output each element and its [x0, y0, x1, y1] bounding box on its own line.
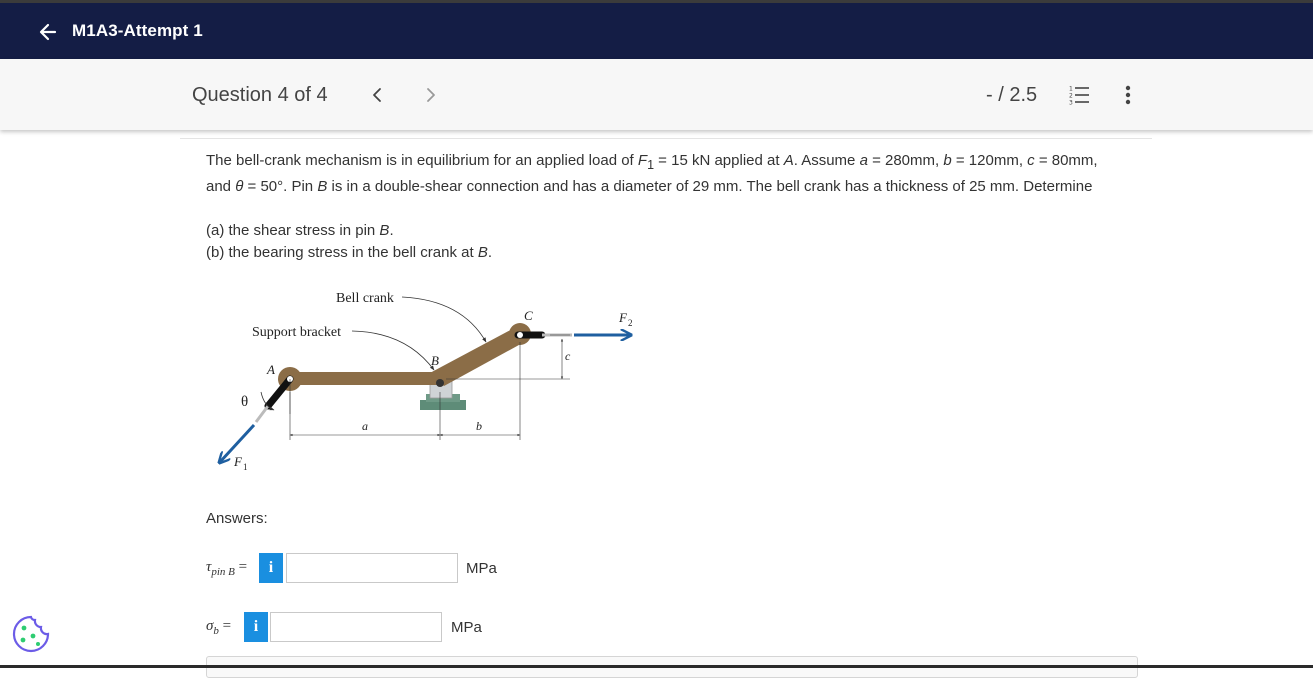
label-a-point: A [266, 362, 275, 377]
label-bell-crank: Bell crank [336, 291, 394, 306]
pin-b: B [317, 178, 328, 195]
svg-text:2: 2 [1069, 93, 1073, 100]
leader-bell-crank [401, 296, 487, 343]
info-button[interactable]: i [244, 612, 268, 642]
bell-crank-diagram: Bell crank Support bracket A B C θ a b c… [206, 291, 633, 472]
theta-value: = 50°. Pin [243, 178, 318, 195]
numbered-list-icon[interactable]: 1 2 3 [1068, 85, 1090, 105]
chevron-right-icon[interactable] [420, 85, 440, 105]
a-value: = 280mm, [867, 152, 944, 169]
equals-sign: = [234, 559, 248, 575]
part-a: (a) the shear stress in pin B. [206, 220, 1136, 242]
problem-text: The bell-crank mechanism is in equilibri… [206, 152, 638, 169]
label-c-point: C [524, 308, 533, 323]
part-a-text: (a) the shear stress in pin [206, 222, 380, 239]
f1-symbol: F [637, 152, 648, 169]
svg-text:3: 3 [1069, 100, 1073, 106]
problem-line-1: The bell-crank mechanism is in equilibri… [206, 150, 1136, 176]
shear-stress-unit: MPa [466, 560, 497, 577]
problem-line-2: and θ = 50°. Pin B is in a double-shear … [206, 176, 1136, 198]
app-header: M1A3-Attempt 1 [0, 3, 1313, 59]
assignment-title: M1A3-Attempt 1 [72, 21, 203, 40]
point-a: A [783, 152, 794, 169]
problem-statement: The bell-crank mechanism is in equilibri… [206, 150, 1136, 264]
question-counter: Question 4 of 4 [192, 84, 328, 106]
b-symbol: b [943, 152, 952, 169]
vertical-ellipsis-icon[interactable] [1118, 84, 1138, 106]
label-f2: F [618, 310, 628, 325]
c-symbol: c [1027, 152, 1035, 169]
label-b-point: B [431, 353, 439, 368]
part-a-end: . [389, 222, 394, 239]
b-value: = 120mm, [951, 152, 1028, 169]
label-f1-sub: 1 [243, 462, 248, 472]
bearing-stress-input[interactable] [270, 612, 442, 642]
label-a-dim: a [362, 419, 368, 433]
content-divider [180, 138, 1152, 139]
c-value: = 80mm, [1034, 152, 1098, 169]
info-button[interactable]: i [259, 553, 283, 583]
part-b-pin: B [477, 244, 488, 261]
pin-b-graphic [436, 379, 444, 387]
question-navigation-bar: Question 4 of 4 - / 2.5 1 2 3 [0, 59, 1313, 130]
label-b-dim: b [476, 419, 482, 433]
label-f2-sub: 2 [628, 318, 633, 328]
f1-subscript: 1 [647, 158, 655, 172]
tau-subscript: pin B [211, 566, 235, 578]
problem-text: = 15 kN applied at [654, 152, 784, 169]
tau-pin-b-symbol: τpin B = [206, 559, 247, 578]
part-a-pin: B [379, 222, 390, 239]
label-f1: F [233, 454, 243, 469]
a-symbol: a [859, 152, 868, 169]
label-theta: θ [241, 394, 248, 410]
shear-stress-input[interactable] [286, 553, 458, 583]
label-support-bracket: Support bracket [252, 325, 341, 340]
answers-label: Answers: [206, 510, 268, 527]
arrow-left-icon[interactable] [38, 22, 58, 42]
question-score: - / 2.5 [986, 84, 1038, 106]
sigma-b-symbol: σb = [206, 618, 231, 637]
chevron-left-icon[interactable] [368, 85, 388, 105]
part-b-end: . [487, 244, 492, 261]
part-b: (b) the bearing stress in the bell crank… [206, 242, 1136, 264]
cookie-icon[interactable] [11, 614, 51, 654]
rod-a [254, 405, 270, 423]
label-c-dim: c [565, 349, 571, 363]
problem-text: and [206, 178, 236, 195]
problem-text: . Assume [793, 152, 860, 169]
part-b-text: (b) the bearing stress in the bell crank… [206, 244, 478, 261]
equals-sign: = [218, 618, 232, 634]
crank-arm-ab [288, 372, 438, 385]
pin-c [517, 332, 523, 338]
leader-support-bracket [351, 330, 435, 371]
bearing-stress-unit: MPa [451, 619, 482, 636]
svg-text:1: 1 [1069, 86, 1073, 93]
problem-text: is in a double-shear connection and has … [327, 178, 1093, 195]
